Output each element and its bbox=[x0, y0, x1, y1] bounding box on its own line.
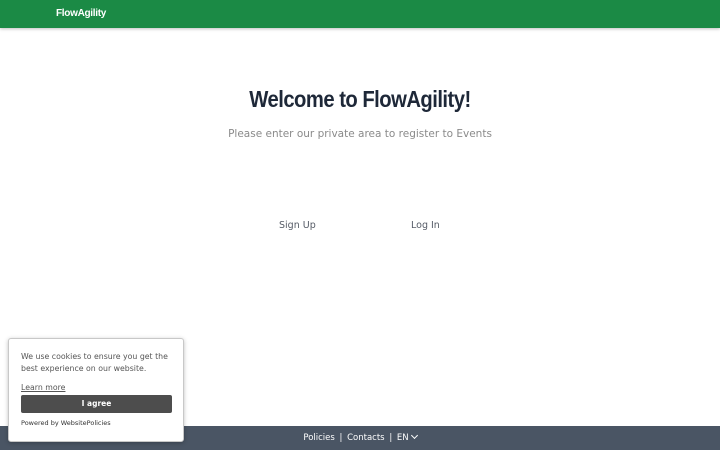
language-label: EN bbox=[396, 433, 409, 443]
footer-separator: | bbox=[339, 433, 343, 443]
sign-up-link[interactable]: Sign Up bbox=[279, 220, 316, 231]
cookie-consent-banner: We use cookies to ensure you get the bes… bbox=[8, 338, 184, 442]
cookie-message: We use cookies to ensure you get the bes… bbox=[21, 352, 168, 373]
log-in-link[interactable]: Log In bbox=[411, 220, 440, 231]
contacts-link[interactable]: Contacts bbox=[347, 433, 385, 443]
language-selector[interactable]: EN bbox=[396, 431, 418, 443]
cookie-agree-button[interactable]: I agree bbox=[21, 395, 172, 413]
top-navbar: FlowAgility bbox=[0, 0, 720, 28]
policies-link[interactable]: Policies bbox=[303, 433, 334, 443]
brand-logo-link[interactable]: FlowAgility bbox=[56, 8, 106, 19]
footer-separator: | bbox=[389, 433, 393, 443]
page-subtitle: Please enter our private area to registe… bbox=[228, 128, 492, 140]
cookie-powered-by: Powered by WebsitePolicies bbox=[21, 419, 111, 427]
cookie-learn-more-link[interactable]: Learn more bbox=[21, 382, 65, 394]
page-root: FlowAgility Welcome to FlowAgility! Plea… bbox=[0, 0, 720, 450]
page-title: Welcome to FlowAgility! bbox=[249, 86, 471, 112]
chevron-down-icon bbox=[410, 431, 418, 440]
